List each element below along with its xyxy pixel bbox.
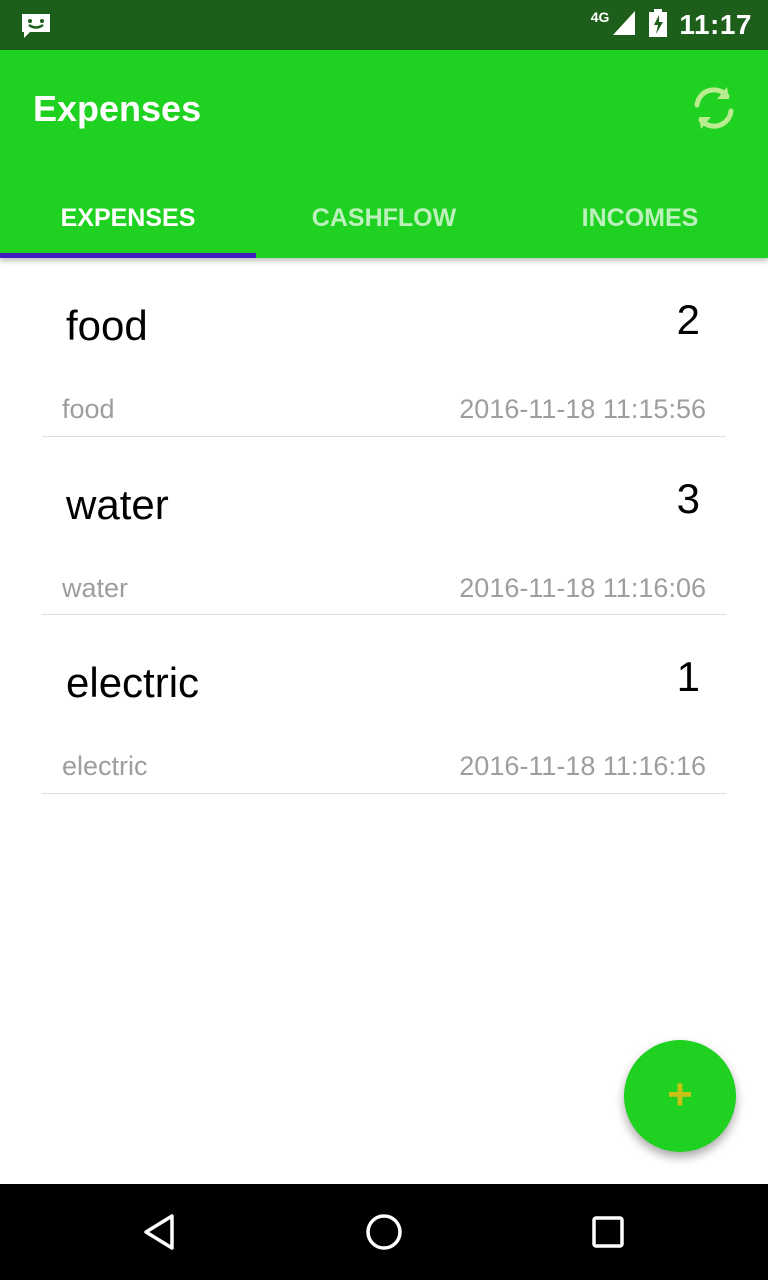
network-type: 4G — [590, 9, 610, 25]
tab-expenses[interactable]: EXPENSES — [0, 178, 256, 258]
battery-icon — [647, 8, 669, 43]
app-bar: Expenses EXPENSES CASHFLOW INCOMES — [0, 50, 768, 258]
expense-amount: 2 — [676, 296, 700, 343]
navigation-bar — [0, 1184, 768, 1280]
expense-title: water — [66, 480, 169, 528]
add-icon: + — [667, 1070, 693, 1119]
tab-incomes[interactable]: INCOMES — [512, 178, 768, 258]
tab-bar: EXPENSES CASHFLOW INCOMES — [0, 178, 768, 258]
recents-button[interactable] — [584, 1208, 632, 1256]
sync-icon — [694, 87, 734, 129]
signal-icon — [611, 9, 637, 42]
expense-title: electric — [66, 659, 200, 706]
expense-category: electric — [62, 751, 148, 781]
expense-list: food 2 food 2016-11-18 11:15:56 water 3 … — [42, 258, 726, 794]
message-icon — [20, 12, 52, 40]
back-button[interactable] — [136, 1208, 184, 1256]
expense-amount: 1 — [676, 653, 700, 700]
expense-date: 2016-11-18 11:15:56 — [459, 394, 706, 424]
expense-title: food — [66, 302, 148, 349]
list-item[interactable]: electric 1 electric 2016-11-18 11:16:16 — [42, 615, 726, 794]
status-bar: 4G 11:17 — [0, 0, 768, 50]
home-button[interactable] — [360, 1208, 408, 1256]
status-indicators: 4G 11:17 — [591, 8, 752, 42]
expense-date: 2016-11-18 11:16:06 — [459, 572, 706, 603]
list-item[interactable]: water 3 water 2016-11-18 11:16:06 — [42, 437, 726, 615]
tab-cashflow[interactable]: CASHFLOW — [256, 178, 512, 258]
add-expense-button[interactable]: + — [624, 1040, 736, 1152]
recents-icon — [592, 1216, 624, 1248]
home-icon — [366, 1214, 402, 1250]
clock: 11:17 — [679, 9, 752, 40]
list-item[interactable]: food 2 food 2016-11-18 11:15:56 — [42, 258, 726, 437]
page-title: Expenses — [33, 88, 202, 129]
sync-button[interactable] — [686, 80, 742, 136]
back-icon — [144, 1214, 174, 1250]
expense-category: food — [62, 394, 115, 424]
expense-category: water — [62, 572, 129, 603]
expense-date: 2016-11-18 11:16:16 — [459, 751, 706, 781]
expense-amount: 3 — [676, 474, 700, 522]
